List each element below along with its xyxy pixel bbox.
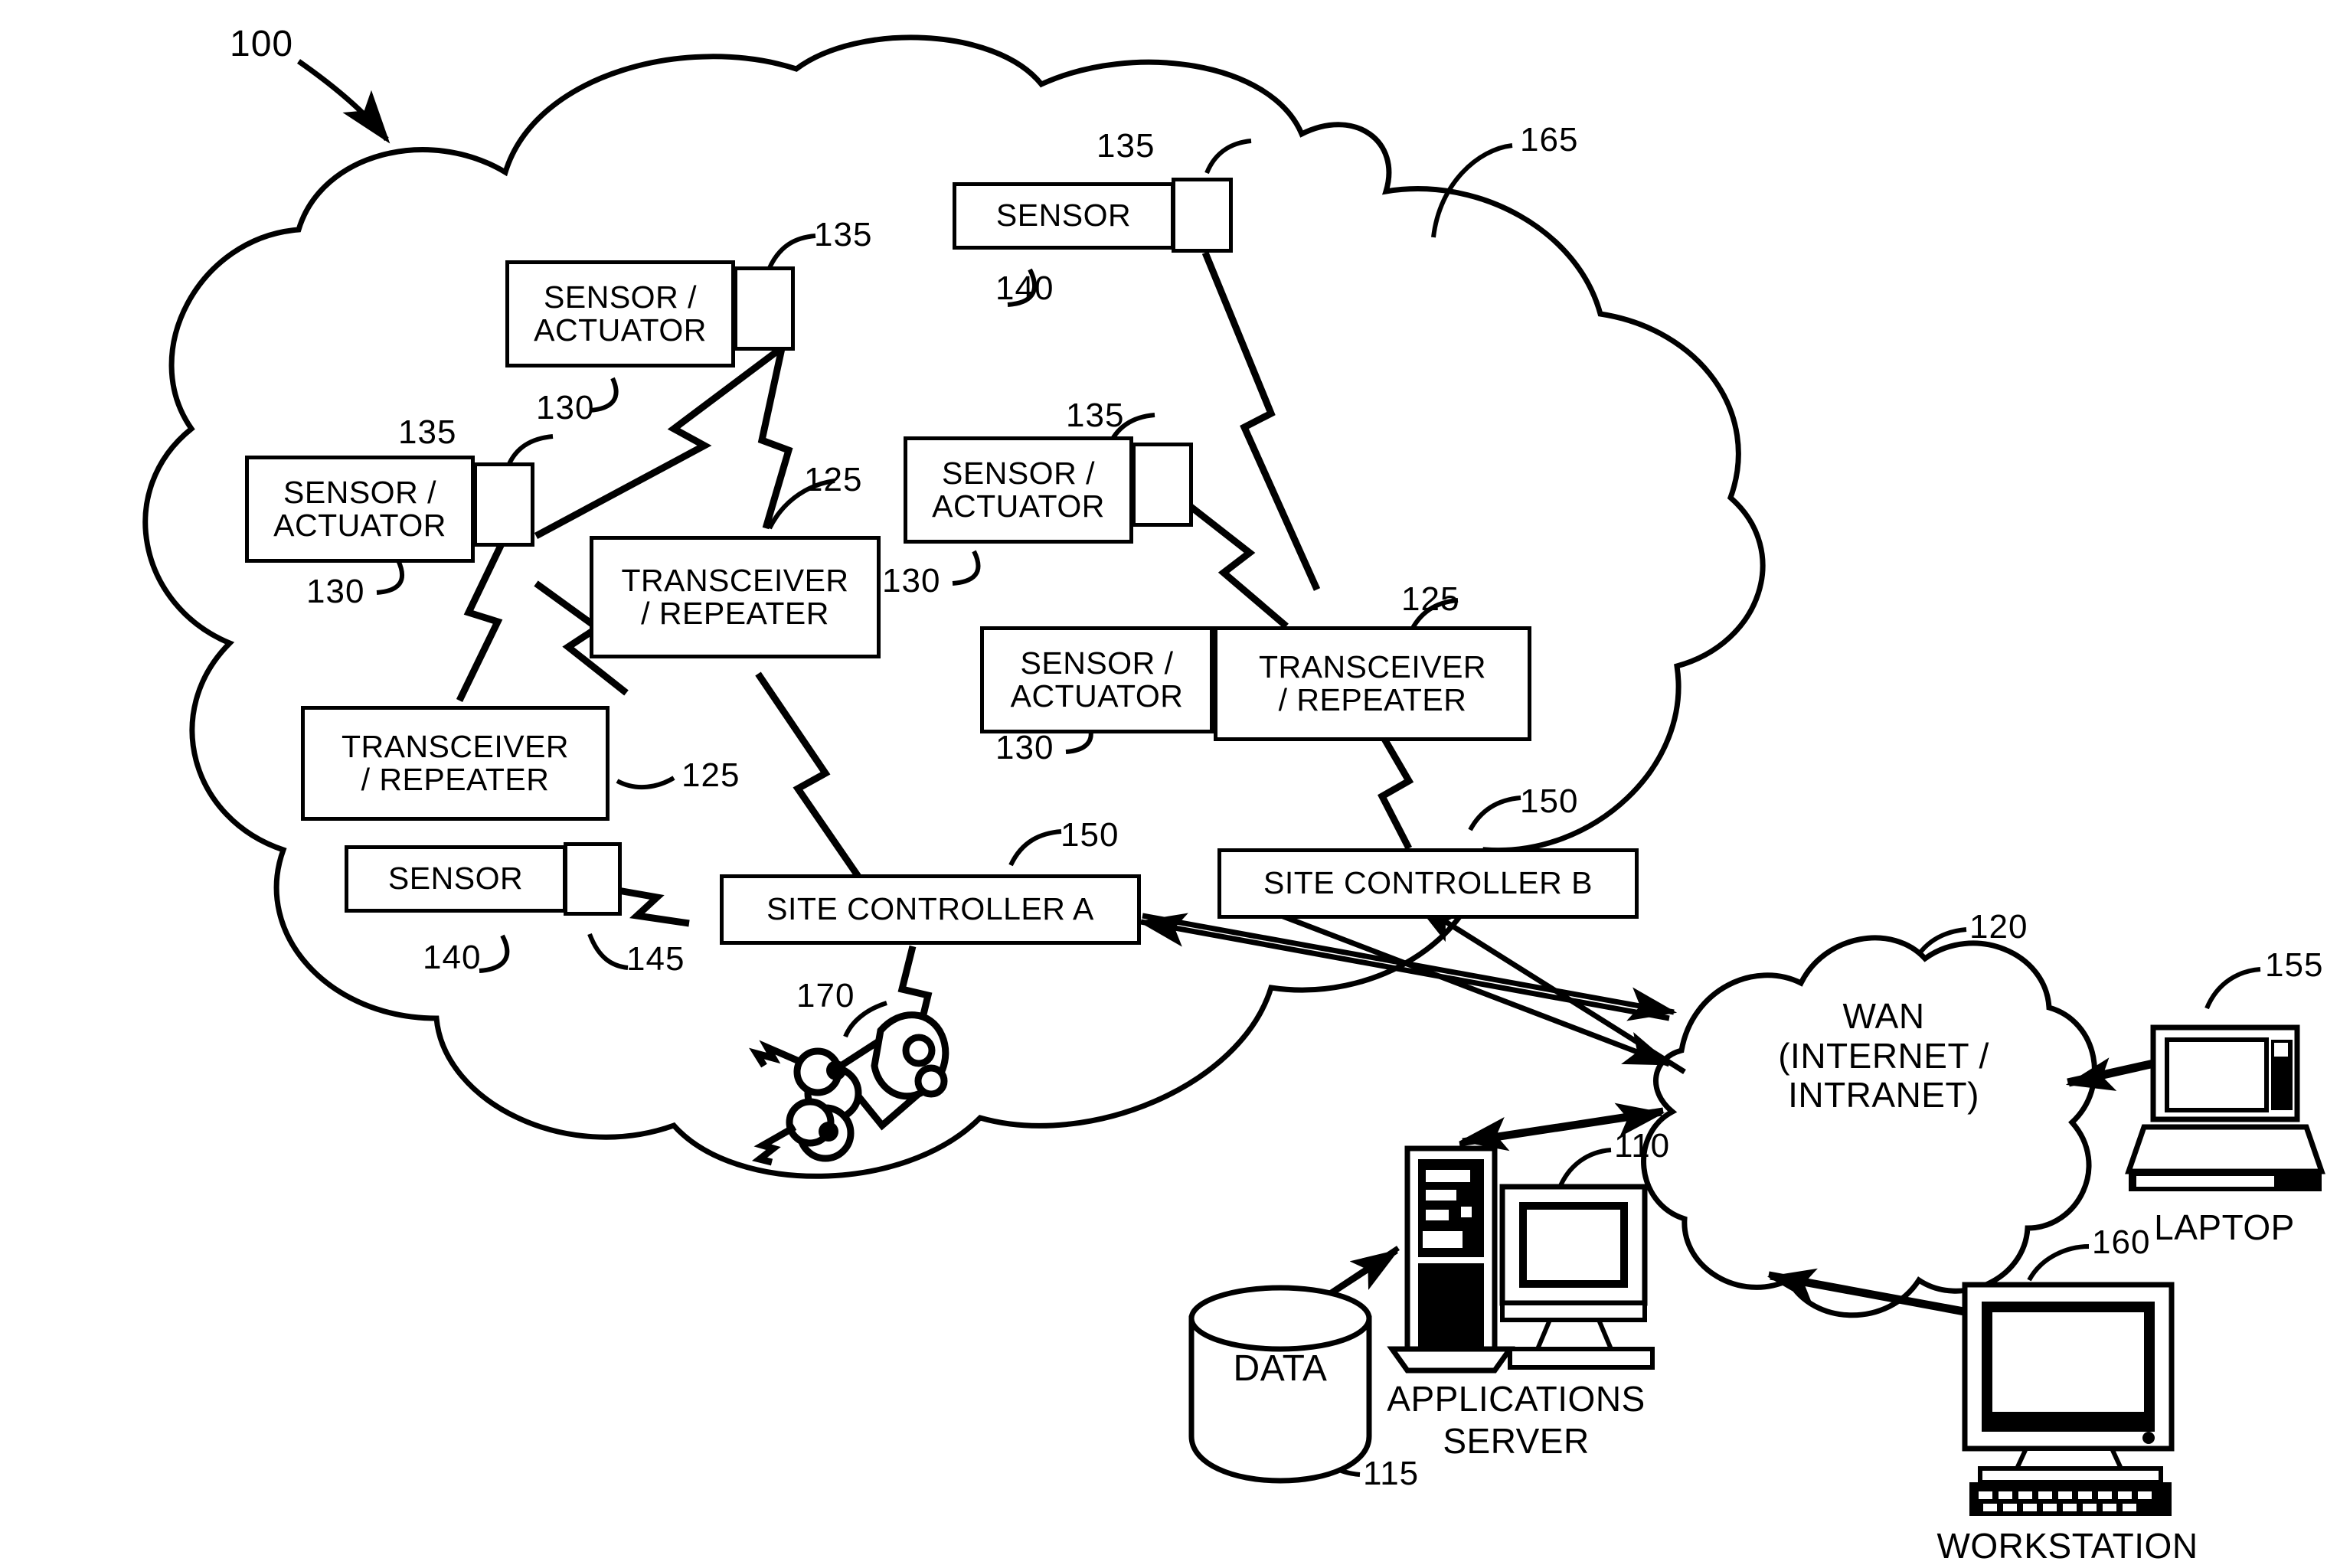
sensor-actuator-mid-box[interactable]: SENSOR / ACTUATOR [904,436,1133,544]
workstation-label: WORKSTATION [1936,1526,2198,1566]
ref-125-left: 125 [681,756,740,794]
transceiver-left-line2: / REPEATER [361,762,550,797]
sensor-bottom-antenna[interactable] [564,842,622,916]
ref-125-center: 125 [804,461,863,498]
ref-135-top-sensor: 135 [1097,127,1155,165]
applications-server-line1: APPLICATIONS [1387,1379,1646,1419]
data-label: DATA [1233,1348,1328,1389]
transceiver-right-line1: TRANSCEIVER [1258,648,1487,684]
ref-165-site-cloud: 165 [1520,121,1579,158]
transceiver-center-line1: TRANSCEIVER [621,562,849,598]
sensor-actuator-left-antenna[interactable] [473,462,534,547]
sensor-actuator-mid-line1: SENSOR / [942,455,1095,491]
sensor-actuator-right-line1: SENSOR / [1020,645,1174,681]
ref-100-system: 100 [230,24,294,64]
applications-server-label: APPLICATIONS SERVER [1348,1378,1685,1462]
ref-140-bottom-sensor: 140 [423,939,482,976]
sensor-actuator-right-line2: ACTUATOR [1010,678,1184,714]
sensor-actuator-top-left-line2: ACTUATOR [534,312,707,348]
ref-130-top-left: 130 [536,389,595,426]
transceiver-right-line2: / REPEATER [1278,682,1467,717]
sensor-top-box[interactable]: SENSOR [953,182,1175,250]
applications-server-icon [1387,1145,1655,1374]
sensor-bottom-label: SENSOR [387,861,524,897]
wan-line2: (INTERNET / [1778,1035,1989,1076]
sensor-actuator-left-line1: SENSOR / [283,474,436,510]
sensor-actuator-right-box[interactable]: SENSOR / ACTUATOR [980,626,1214,733]
transceiver-center-box[interactable]: TRANSCEIVER / REPEATER [590,536,881,658]
sensor-actuator-mid-line2: ACTUATOR [932,488,1105,524]
ref-140-top-sensor: 140 [995,270,1054,307]
robot-icon [786,1011,949,1162]
transceiver-center-line2: / REPEATER [641,596,829,631]
wan-line1: WAN [1842,996,1925,1036]
ref-145-bottom-antenna: 145 [626,940,685,978]
ref-135-mid: 135 [1066,397,1125,434]
ref-135-left: 135 [398,413,457,451]
sensor-actuator-top-left-line1: SENSOR / [544,279,697,315]
site-controller-a-box[interactable]: SITE CONTROLLER A [720,874,1141,945]
transceiver-right-box[interactable]: TRANSCEIVER / REPEATER [1214,626,1531,741]
ref-110-applications-server: 110 [1614,1127,1671,1165]
wan-label: WAN (INTERNET / INTRANET) [1723,996,2044,1116]
sensor-actuator-left-box[interactable]: SENSOR / ACTUATOR [245,456,475,563]
sensor-top-antenna[interactable] [1172,178,1233,253]
ref-135-top-left: 135 [814,216,873,253]
ref-130-left: 130 [306,573,365,610]
site-controller-a-label: SITE CONTROLLER A [766,891,1094,927]
ref-155-laptop: 155 [2265,946,2324,984]
ref-150-site-controller-a: 150 [1061,816,1119,854]
applications-server-line2: SERVER [1443,1421,1590,1462]
ref-120-wan: 120 [1969,908,2028,946]
workstation-icon [1962,1282,2175,1516]
sensor-top-label: SENSOR [995,198,1132,234]
sensor-bottom-box[interactable]: SENSOR [345,845,567,913]
ref-160-workstation: 160 [2092,1223,2151,1261]
transceiver-left-box[interactable]: TRANSCEIVER / REPEATER [301,706,610,821]
ref-170-robot: 170 [796,977,855,1014]
ref-130-mid: 130 [882,562,941,599]
ref-150-site-controller-b: 150 [1520,782,1579,820]
ref-leader-100 [296,59,391,144]
wan-line3: INTRANET) [1788,1075,1979,1116]
sensor-actuator-top-left-antenna[interactable] [734,266,795,351]
site-controller-b-box[interactable]: SITE CONTROLLER B [1217,848,1639,919]
wan-cloud-outline [1641,935,2097,1318]
ref-130-right: 130 [995,729,1054,766]
laptop-icon [2125,1024,2325,1191]
ref-125-right: 125 [1401,580,1460,618]
sensor-actuator-top-left-box[interactable]: SENSOR / ACTUATOR [505,260,735,368]
sensor-actuator-mid-antenna[interactable] [1132,443,1193,527]
site-controller-b-inbound [1414,901,1686,1074]
transceiver-left-line1: TRANSCEIVER [341,728,570,764]
patent-figure-canvas: SENSOR / ACTUATOR 135 130 SENSOR / ACTUA… [0,0,2327,1568]
sensor-actuator-left-line2: ACTUATOR [273,508,446,543]
site-controller-b-label: SITE CONTROLLER B [1263,865,1593,901]
